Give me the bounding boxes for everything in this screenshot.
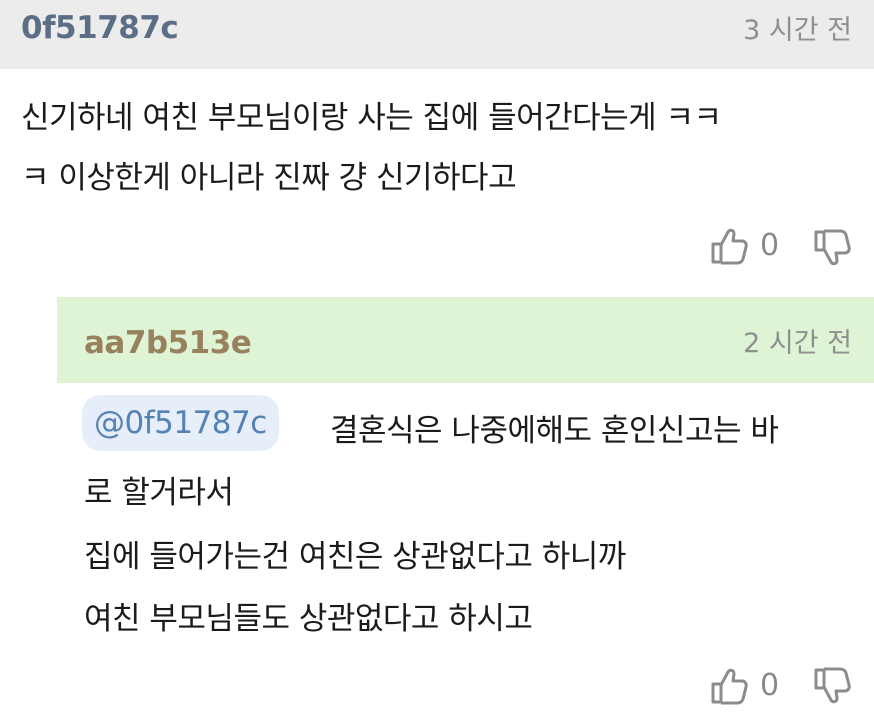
comment-thread: 0f51787c 3 시간 전 신기하네 여친 부모님이랑 사는 집에 들어간다…	[0, 0, 874, 722]
comment-timestamp: 3 시간 전	[743, 15, 852, 46]
reply-text-line: 결혼식은 나중에해도 혼인신고는 바	[330, 413, 779, 449]
reply-author[interactable]: aa7b513e	[84, 325, 252, 361]
mention-tag[interactable]: @0f51787c	[82, 395, 279, 451]
reply-text-line: 로 할거라서	[84, 475, 234, 511]
thumbs-up-icon	[711, 228, 748, 265]
thumbs-down-icon	[814, 229, 851, 266]
reply-like-count: 0	[760, 668, 780, 703]
comment-like-count: 0	[760, 228, 780, 263]
reply-timestamp: 2 시간 전	[743, 328, 852, 359]
reply-text-line: 집에 들어가는건 여친은 상관없다고 하니까	[84, 539, 626, 575]
comment-author[interactable]: 0f51787c	[21, 10, 179, 46]
comment-text-line: 신기하네 여친 부모님이랑 사는 집에 들어간다는게 ㅋㅋ	[21, 100, 722, 136]
thumbs-up-icon	[711, 668, 748, 705]
thumbs-down-icon	[814, 667, 851, 704]
comment-text-line: ㅋ 이상한게 아니라 진짜 걍 신기하다고	[21, 160, 517, 196]
reply-text-line: 여친 부모님들도 상관없다고 하시고	[84, 601, 533, 637]
